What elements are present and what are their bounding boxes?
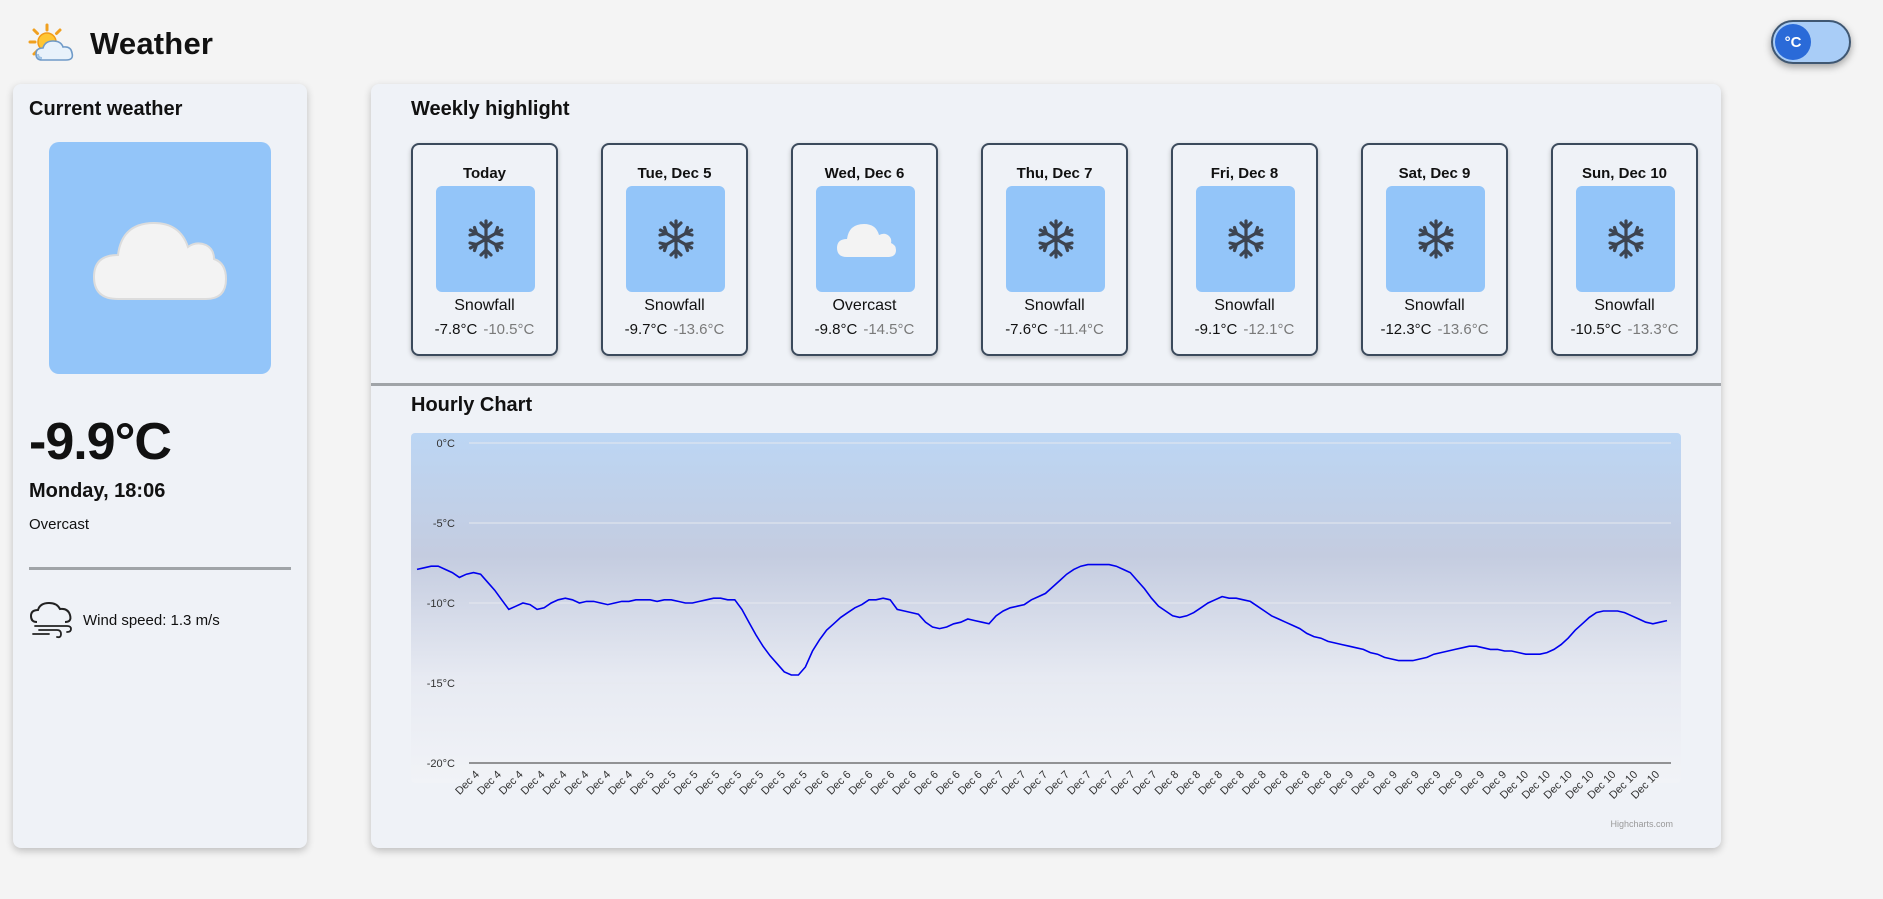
day-max-temp: -9.7°C xyxy=(624,321,668,338)
day-temperature-range: -12.3°C -13.6°C xyxy=(1363,321,1506,338)
day-max-temp: -10.5°C xyxy=(1570,321,1622,338)
day-max-temp: -7.6°C xyxy=(1005,321,1048,338)
app-header: Weather xyxy=(28,20,213,68)
day-condition: Snowfall xyxy=(1404,297,1465,314)
chart-y-tick-label: 0°C xyxy=(437,438,456,450)
divider xyxy=(29,567,291,570)
day-min-temp: -13.6°C xyxy=(673,321,725,338)
day-card[interactable]: Wed, Dec 6 Overcast -9.8°C -14.5°C xyxy=(791,143,938,356)
day-condition: Snowfall xyxy=(454,297,515,314)
day-max-temp: -9.8°C xyxy=(814,321,858,338)
unit-toggle-knob[interactable]: °C xyxy=(1775,24,1811,60)
day-min-temp: -13.3°C xyxy=(1627,321,1679,338)
current-temperature: -9.9°C xyxy=(29,413,172,471)
snowflake-icon xyxy=(1227,219,1264,259)
day-condition: Snowfall xyxy=(1024,297,1085,314)
hourly-chart-title: Hourly Chart xyxy=(411,394,533,416)
chart-y-tick-label: -5°C xyxy=(433,518,455,530)
day-min-temp: -11.4°C xyxy=(1053,321,1104,338)
forecast-card: Weekly highlight Today Snowfall -7.8°C -10.… xyxy=(371,84,1721,848)
wind-speed-label: Wind speed: 1.3 m/s xyxy=(83,611,220,629)
day-icon-box xyxy=(1006,186,1105,292)
day-max-temp: -7.8°C xyxy=(434,321,478,338)
day-card[interactable]: Sat, Dec 9 Snowfall -12.3°C -13.6°C xyxy=(1361,143,1508,356)
day-name: Thu, Dec 7 xyxy=(1016,165,1093,182)
day-icon-box xyxy=(626,186,725,292)
day-temperature-range: -9.7°C -13.6°C xyxy=(603,321,746,338)
day-max-temp: -9.1°C xyxy=(1194,321,1238,338)
day-icon-box xyxy=(1196,186,1295,292)
chart-y-tick-label: -15°C xyxy=(427,678,455,690)
day-temperature-range: -9.1°C -12.1°C xyxy=(1173,321,1316,338)
snowflake-icon xyxy=(1037,219,1074,259)
day-condition: Overcast xyxy=(832,297,897,314)
day-condition: Snowfall xyxy=(1594,297,1655,314)
snowflake-icon xyxy=(467,219,504,259)
sun-behind-cloud-icon xyxy=(28,23,74,61)
weekly-highlight-title: Weekly highlight xyxy=(411,98,570,120)
day-icon-box xyxy=(436,186,535,292)
current-condition: Overcast xyxy=(29,516,90,533)
day-condition: Snowfall xyxy=(1214,297,1275,314)
day-card[interactable]: Fri, Dec 8 Snowfall -9.1°C -12.1°C xyxy=(1171,143,1318,356)
day-card[interactable]: Today Snowfall -7.8°C -10.5°C xyxy=(411,143,558,356)
day-temperature-range: -7.8°C -10.5°C xyxy=(413,321,556,338)
day-card[interactable]: Thu, Dec 7 Snowfall -7.6°C -11.4°C xyxy=(981,143,1128,356)
current-weather-title: Current weather xyxy=(29,98,183,120)
chart-plot-background xyxy=(411,433,1681,783)
current-weather-icon-box xyxy=(49,142,271,374)
day-min-temp: -10.5°C xyxy=(483,321,535,338)
chart-y-tick-label: -10°C xyxy=(427,598,455,610)
day-max-temp: -12.3°C xyxy=(1380,321,1432,338)
current-weather-card: Current weather -9.9°C Monday, 18:06 Ove… xyxy=(13,84,307,848)
cloud-icon xyxy=(92,221,228,300)
day-condition: Snowfall xyxy=(644,297,705,314)
day-icon-box xyxy=(816,186,915,292)
day-card[interactable]: Sun, Dec 10 Snowfall -10.5°C -13.3°C xyxy=(1551,143,1698,356)
day-name: Sat, Dec 9 xyxy=(1398,165,1471,182)
snowflake-icon xyxy=(657,219,694,259)
current-date-time: Monday, 18:06 xyxy=(29,480,166,502)
day-min-temp: -14.5°C xyxy=(863,321,915,338)
chart-credits[interactable]: Highcharts.com xyxy=(1610,819,1673,829)
day-name: Tue, Dec 5 xyxy=(637,165,712,182)
day-temperature-range: -9.8°C -14.5°C xyxy=(793,321,936,338)
day-name: Wed, Dec 6 xyxy=(824,165,905,182)
unit-toggle[interactable]: °C xyxy=(1771,20,1851,64)
day-temperature-range: -7.6°C -11.4°C xyxy=(983,321,1126,338)
day-name: Today xyxy=(462,165,507,182)
snowflake-icon xyxy=(1607,219,1644,259)
hourly-temperature-chart: 0°C-5°C-10°C-15°C-20°C Dec 4Dec 4Dec 4De… xyxy=(411,433,1681,829)
chart-y-tick-label: -20°C xyxy=(427,758,455,770)
day-card[interactable]: Tue, Dec 5 Snowfall -9.7°C -13.6°C xyxy=(601,143,748,356)
day-name: Fri, Dec 8 xyxy=(1210,165,1279,182)
wind-speed-row: Wind speed: 1.3 m/s xyxy=(29,600,220,640)
day-temperature-range: -10.5°C -13.3°C xyxy=(1553,321,1696,338)
day-icon-box xyxy=(1386,186,1485,292)
cloud-icon xyxy=(836,224,896,257)
divider xyxy=(371,383,1721,386)
day-min-temp: -12.1°C xyxy=(1243,321,1295,338)
app-title: Weather xyxy=(90,26,214,61)
day-min-temp: -13.6°C xyxy=(1437,321,1489,338)
snowflake-icon xyxy=(1417,219,1454,259)
day-icon-box xyxy=(1576,186,1675,292)
day-name: Sun, Dec 10 xyxy=(1581,165,1668,182)
wind-icon xyxy=(29,601,72,639)
